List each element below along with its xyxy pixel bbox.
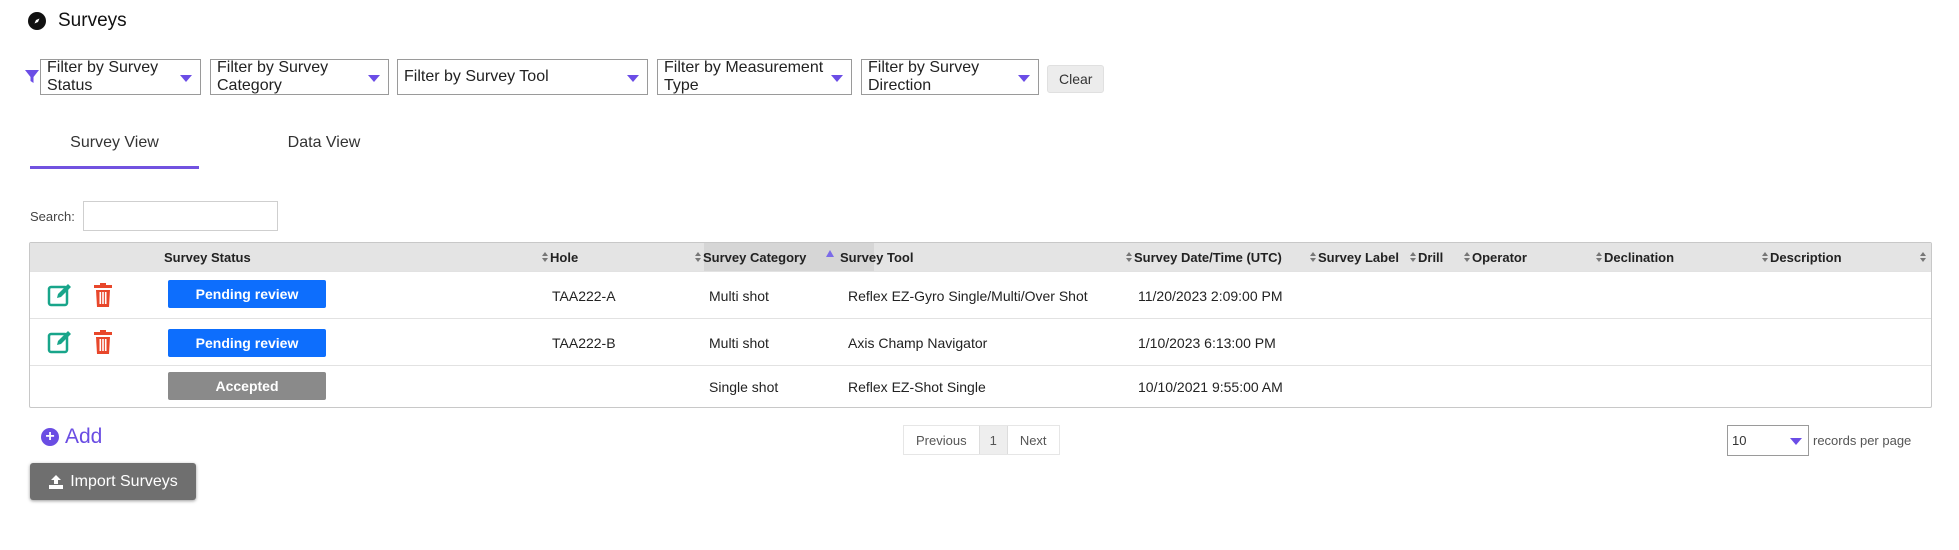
previous-page-button[interactable]: Previous — [904, 426, 979, 454]
header-operator[interactable]: Operator — [1464, 243, 1527, 271]
chevron-down-icon — [627, 75, 639, 82]
hole-cell: TAA222-A — [552, 287, 616, 304]
tool-cell: Reflex EZ-Gyro Single/Multi/Over Shot — [848, 287, 1088, 304]
datetime-cell: 11/20/2023 2:09:00 PM — [1138, 287, 1283, 304]
status-badge: Pending review — [168, 280, 326, 308]
search-input[interactable] — [82, 201, 278, 231]
measurement-type-filter-label: Filter by Measurement Type — [664, 59, 824, 94]
survey-direction-filter-label: Filter by Survey Direction — [868, 59, 980, 94]
add-survey-button[interactable]: + Add — [41, 425, 102, 449]
survey-status-filter[interactable]: Filter by Survey Status — [40, 59, 201, 95]
survey-tool-filter-label: Filter by Survey Tool — [404, 68, 549, 85]
header-survey-label[interactable]: Survey Label — [1310, 243, 1399, 271]
table-search: Search: — [30, 201, 278, 231]
header-description-label: Description — [1770, 249, 1842, 265]
tab-data-view[interactable]: Data View — [239, 120, 409, 166]
header-declination-label: Declination — [1604, 249, 1675, 265]
survey-direction-filter[interactable]: Filter by Survey Direction — [861, 59, 1039, 95]
import-surveys-label: Import Surveys — [70, 472, 178, 490]
survey-category-filter[interactable]: Filter by Survey Category — [210, 59, 389, 95]
sort-icon — [542, 252, 548, 262]
table-row: Pending review TAA222-A Multi shot Refle… — [30, 271, 1931, 319]
header-hole-label: Hole — [550, 249, 579, 265]
survey-status-filter-label: Filter by Survey Status — [47, 59, 159, 94]
sort-icon — [1464, 252, 1470, 262]
page-number-button[interactable]: 1 — [978, 426, 1008, 454]
header-survey-category[interactable]: Survey Category — [695, 243, 806, 271]
tool-cell: Reflex EZ-Shot Single — [848, 379, 986, 395]
filter-icon — [25, 70, 39, 83]
header-survey-datetime-label: Survey Date/Time (UTC) — [1134, 249, 1282, 265]
compass-icon — [28, 12, 46, 30]
sort-icon — [1410, 252, 1416, 262]
hole-cell: TAA222-B — [552, 334, 616, 351]
pagination: Previous 1 Next — [903, 425, 1060, 455]
sort-icon — [1762, 252, 1768, 262]
records-per-page-select[interactable]: 10 — [1727, 425, 1809, 456]
header-drill[interactable]: Drill — [1410, 243, 1443, 271]
sort-icon — [1920, 252, 1926, 262]
category-cell: Multi shot — [709, 334, 769, 351]
table-header: Survey Status Hole Survey Category Surve… — [30, 243, 1931, 271]
table-row: Pending review TAA222-B Multi shot Axis … — [30, 318, 1931, 366]
plus-circle-icon: + — [41, 428, 59, 446]
status-badge: Pending review — [168, 329, 326, 357]
chevron-down-icon — [1790, 438, 1802, 445]
header-drill-label: Drill — [1418, 249, 1444, 265]
header-survey-status[interactable]: Survey Status — [164, 243, 251, 271]
survey-tool-filter[interactable]: Filter by Survey Tool — [397, 59, 648, 95]
header-description[interactable]: Description — [1762, 243, 1842, 271]
edit-icon[interactable] — [46, 281, 74, 309]
measurement-type-filter[interactable]: Filter by Measurement Type — [657, 59, 852, 95]
header-hole[interactable]: Hole — [542, 243, 578, 271]
tool-cell: Axis Champ Navigator — [848, 334, 988, 351]
header-survey-tool[interactable]: Survey Tool — [840, 243, 913, 271]
upload-icon — [49, 474, 64, 489]
edit-icon[interactable] — [46, 328, 74, 356]
sort-icon — [1126, 252, 1132, 262]
clear-filters-button[interactable]: Clear — [1047, 65, 1105, 93]
sort-icon — [695, 252, 701, 262]
search-label: Search: — [30, 208, 75, 224]
header-survey-label-label: Survey Label — [1318, 249, 1399, 265]
records-per-page: 10 records per page — [1727, 425, 1911, 456]
trash-icon[interactable] — [89, 281, 117, 309]
status-badge: Accepted — [168, 372, 326, 400]
category-cell: Single shot — [709, 379, 779, 395]
next-page-button[interactable]: Next — [1008, 426, 1059, 454]
table-row: Accepted Single shot Reflex EZ-Shot Sing… — [30, 365, 1931, 408]
records-per-page-value: 10 — [1732, 433, 1747, 448]
chevron-down-icon — [180, 75, 192, 82]
import-surveys-button[interactable]: Import Surveys — [30, 463, 196, 500]
datetime-cell: 10/10/2021 9:55:00 AM — [1138, 379, 1283, 395]
page-header: Surveys — [28, 10, 127, 32]
header-survey-category-label: Survey Category — [703, 249, 807, 265]
survey-category-filter-label: Filter by Survey Category — [217, 59, 329, 94]
chevron-down-icon — [368, 75, 380, 82]
chevron-down-icon — [1018, 75, 1030, 82]
category-cell: Multi shot — [709, 287, 769, 304]
sort-icon — [1310, 252, 1316, 262]
sort-icon — [1596, 252, 1602, 262]
trash-icon[interactable] — [89, 328, 117, 356]
datetime-cell: 1/10/2023 6:13:00 PM — [1138, 334, 1276, 351]
header-operator-label: Operator — [1472, 249, 1527, 265]
sort-ascending-icon — [826, 250, 834, 257]
header-declination[interactable]: Declination — [1596, 243, 1674, 271]
page-title: Surveys — [58, 10, 127, 31]
header-survey-datetime[interactable]: Survey Date/Time (UTC) — [1126, 243, 1282, 271]
records-per-page-label: records per page — [1813, 433, 1912, 448]
add-label: Add — [65, 425, 103, 448]
tab-survey-view[interactable]: Survey View — [30, 120, 199, 169]
chevron-down-icon — [831, 75, 843, 82]
surveys-table: Survey Status Hole Survey Category Surve… — [29, 242, 1932, 408]
